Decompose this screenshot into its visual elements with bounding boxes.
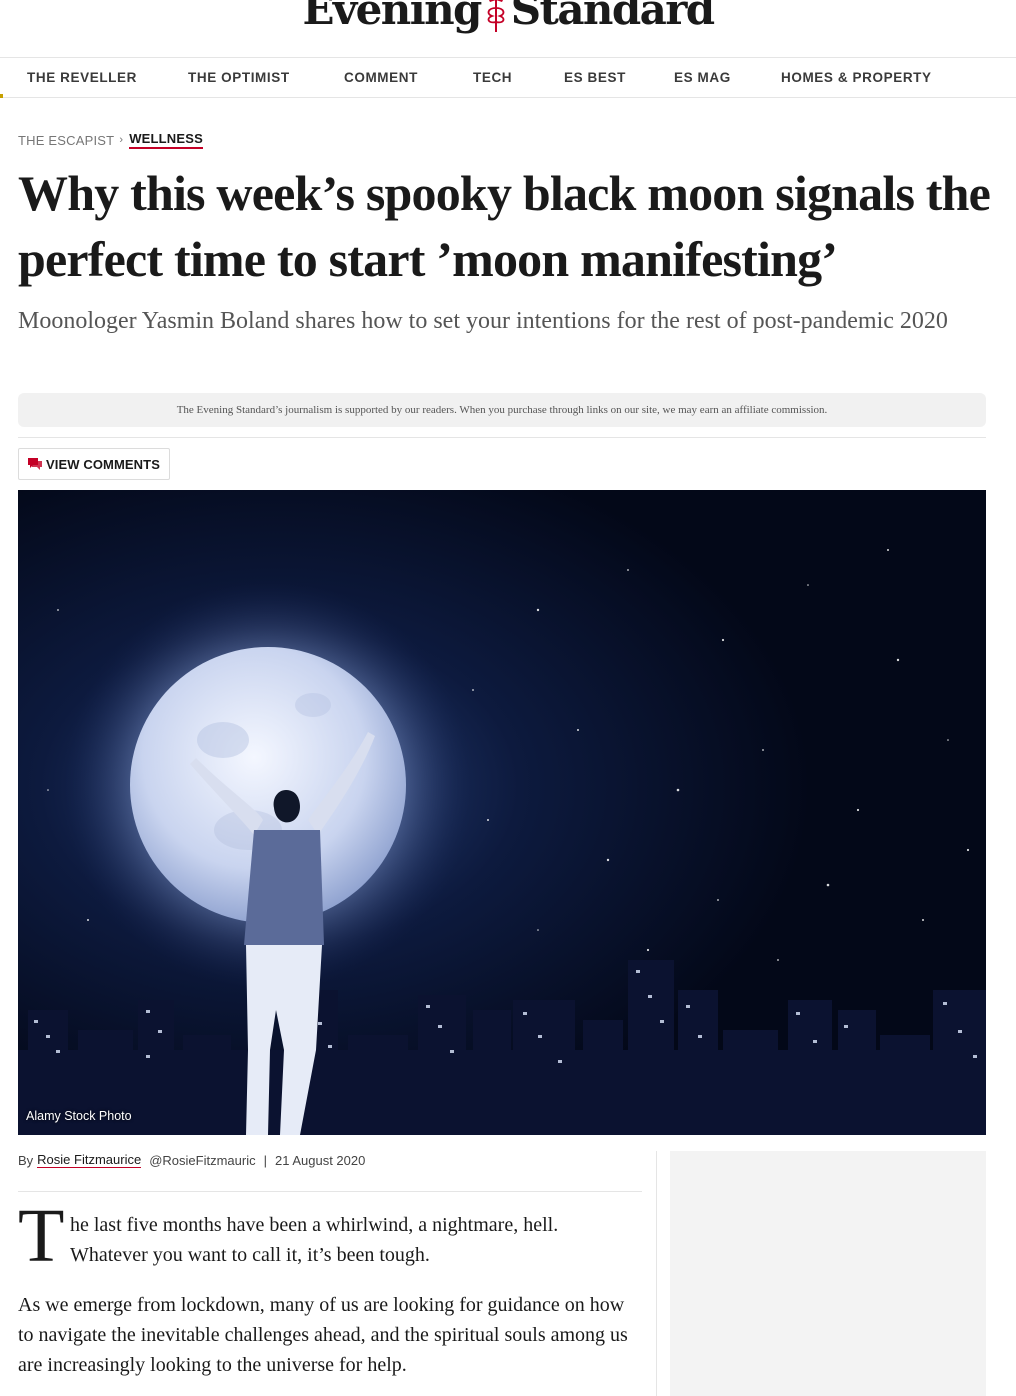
image-caption: Alamy Stock Photo <box>26 1109 132 1123</box>
author-twitter-handle[interactable]: @RosieFitzmauric <box>149 1153 255 1168</box>
divider <box>18 437 986 438</box>
article-byline: By Rosie Fitzmaurice @RosieFitzmauric | … <box>18 1152 365 1168</box>
article-paragraph-1: he last five months have been a whirlwin… <box>70 1214 559 1266</box>
speech-bubble-icon <box>28 458 42 470</box>
column-divider <box>656 1151 657 1396</box>
nav-item-tech[interactable]: TECH <box>473 70 564 85</box>
view-comments-button[interactable]: VIEW COMMENTS <box>18 448 170 480</box>
nav-item-the-reveller[interactable]: THE REVELLER <box>27 70 188 85</box>
breadcrumb-subsection[interactable]: WELLNESS <box>129 131 204 149</box>
logo-emblem-icon <box>487 0 505 32</box>
view-comments-label: VIEW COMMENTS <box>46 456 160 472</box>
article-paragraph-2: As we emerge from lockdown, many of us a… <box>18 1294 628 1376</box>
top-navigation: THE REVELLER THE OPTIMIST COMMENT TECH E… <box>0 58 1016 98</box>
drop-cap: T <box>18 1194 65 1278</box>
nav-item-es-mag[interactable]: ES MAG <box>674 70 781 85</box>
article-standfirst: Moonologer Yasmin Boland shares how to s… <box>18 308 948 334</box>
breadcrumb: THE ESCAPIST › WELLNESS <box>18 131 204 149</box>
byline-divider <box>18 1191 642 1192</box>
logo-text-evening: Evening <box>302 0 482 34</box>
breadcrumb-section[interactable]: THE ESCAPIST <box>18 133 114 148</box>
author-link[interactable]: Rosie Fitzmaurice <box>37 1152 142 1168</box>
masthead: Evening Standard <box>0 0 1016 58</box>
site-logo[interactable]: Evening Standard <box>302 0 715 34</box>
article-headline: Why this week’s spooky black moon signal… <box>18 165 991 287</box>
logo-text-standard: Standard <box>510 0 715 34</box>
moon-city-illustration <box>18 490 986 1135</box>
advertisement-slot[interactable] <box>670 1151 986 1396</box>
publish-date: 21 August 2020 <box>274 1152 366 1168</box>
nav-item-the-optimist[interactable]: THE OPTIMIST <box>188 70 344 85</box>
nav-item-es-best[interactable]: ES BEST <box>564 70 674 85</box>
hero-image[interactable]: Alamy Stock Photo <box>18 490 986 1135</box>
breadcrumb-chevron-icon: › <box>119 134 124 146</box>
nav-item-comment[interactable]: COMMENT <box>344 70 473 85</box>
nav-edge-marker <box>0 94 3 98</box>
affiliate-disclaimer: The Evening Standard’s journalism is sup… <box>18 393 986 427</box>
nav-item-homes-property[interactable]: HOMES & PROPERTY <box>781 70 932 85</box>
byline-separator: | <box>263 1152 267 1168</box>
byline-prefix: By <box>18 1152 34 1168</box>
